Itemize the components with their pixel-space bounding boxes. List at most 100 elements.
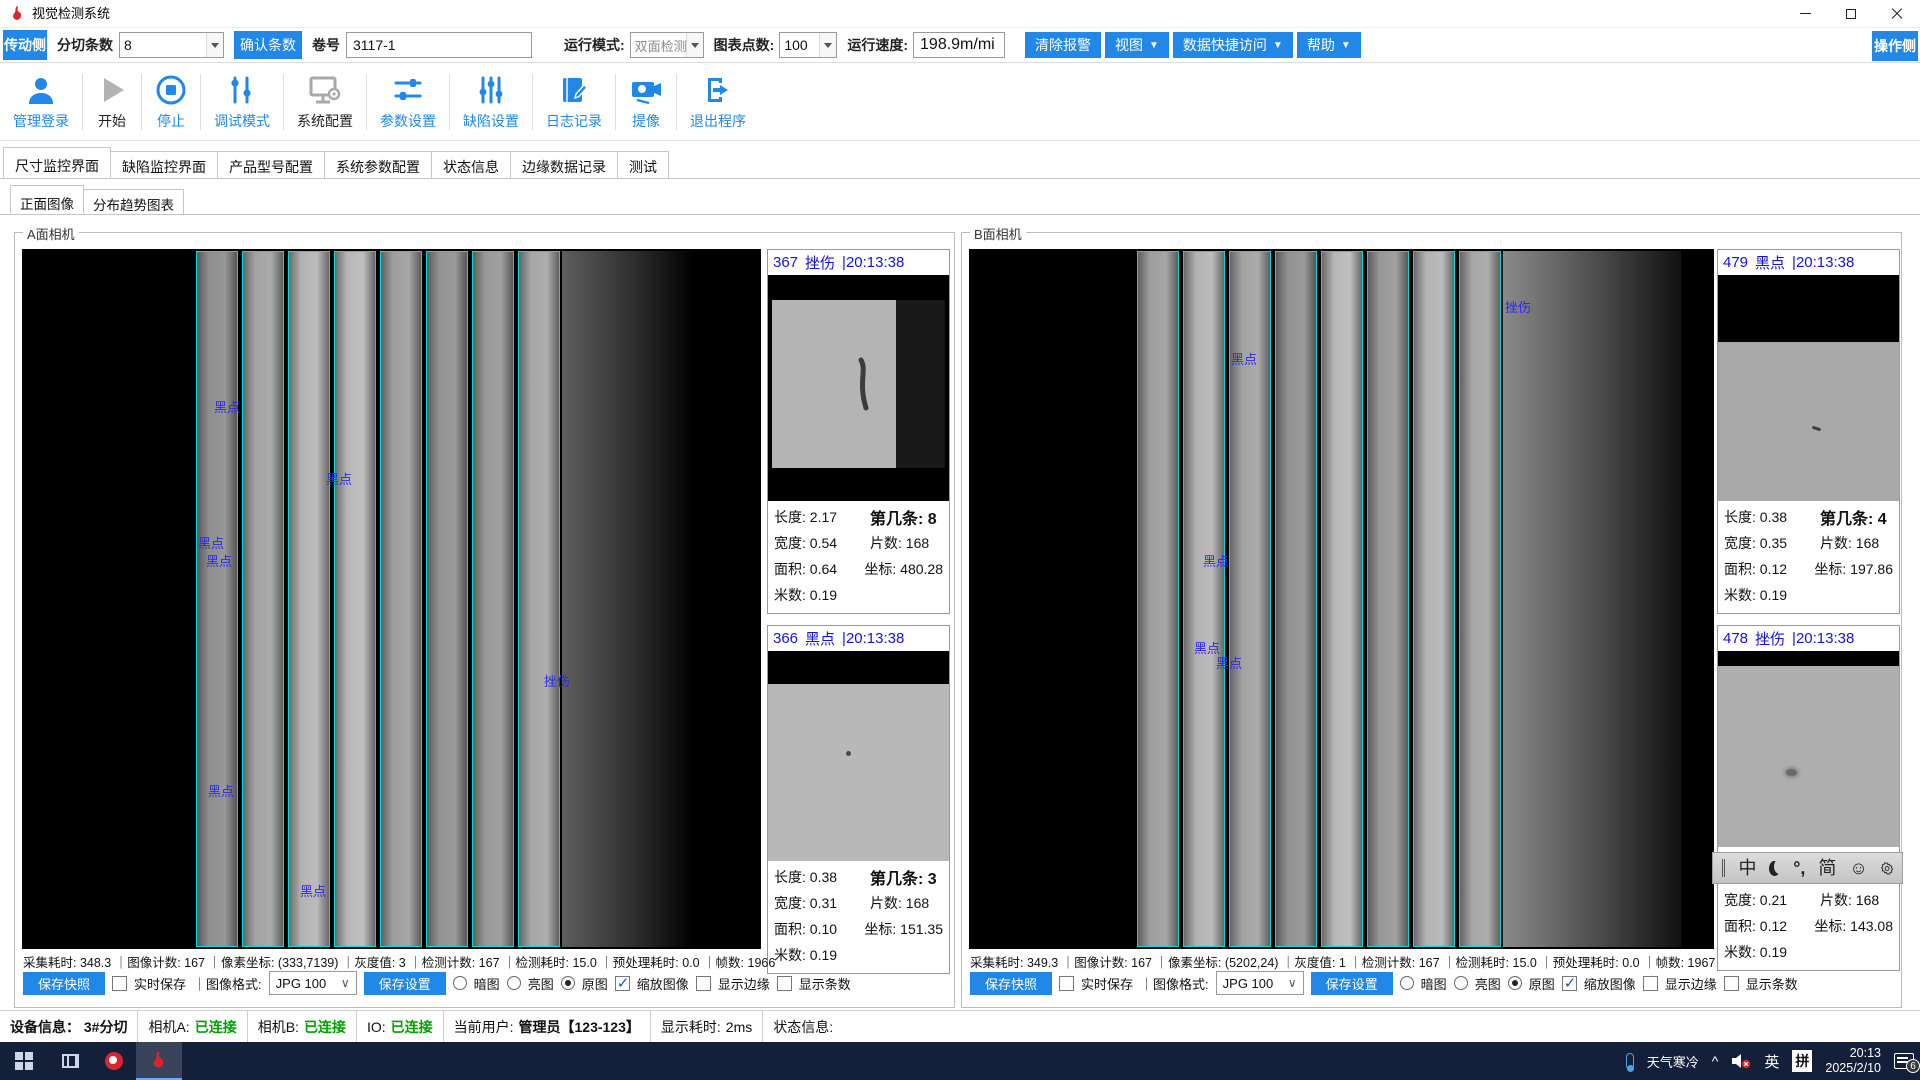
defect-settings-button[interactable]: 缺陷设置 [450, 74, 532, 131]
app-logo-icon [9, 5, 26, 22]
subtab-trend-chart[interactable]: 分布趋势图表 [83, 189, 184, 214]
bright-image-radio[interactable] [507, 976, 521, 990]
confirm-count-button[interactable]: 确认条数 [234, 31, 302, 59]
view-menu-button[interactable]: 视图 ▼ [1105, 32, 1169, 58]
capture-image-button[interactable]: 提像 [616, 74, 676, 131]
zoom-image-label: 缩放图像 [1584, 974, 1636, 993]
stop-button[interactable]: 停止 [142, 74, 200, 131]
defect-card[interactable]: 367 挫伤 |20:13:38 长度: 2.17第几条: 8 宽度: 0.54… [767, 249, 950, 614]
show-edge-checkbox[interactable] [696, 976, 711, 991]
dropdown-caret-icon: ▼ [1149, 40, 1159, 51]
hidden-icons-chevron[interactable]: ^ [1712, 1053, 1719, 1069]
tab-status-info[interactable]: 状态信息 [431, 151, 511, 178]
defect-card[interactable]: 366 黑点 |20:13:38 长度: 0.38第几条: 3 宽度: 0.31… [767, 625, 950, 974]
admin-login-button[interactable]: 管理登录 [0, 74, 82, 131]
volume-muted-icon[interactable] [1731, 1053, 1751, 1069]
ime-fullwidth-moon-icon[interactable] [1769, 861, 1780, 876]
bright-image-label: 亮图 [1475, 974, 1501, 993]
taskbar-clock[interactable]: 20:13 2025/2/10 [1825, 1046, 1881, 1076]
tab-test[interactable]: 测试 [617, 151, 669, 178]
zoom-image-checkbox[interactable] [1562, 976, 1577, 991]
defect-card[interactable]: 479 黑点 |20:13:38 长度: 0.38第几条: 4 宽度: 0.35… [1717, 249, 1900, 614]
show-count-checkbox[interactable] [777, 976, 792, 991]
tab-defect-monitor[interactable]: 缺陷监控界面 [110, 151, 218, 178]
save-settings-button[interactable]: 保存设置 [364, 972, 446, 995]
ime-simplified[interactable]: 简 [1818, 859, 1836, 877]
zoom-image-checkbox[interactable] [615, 976, 630, 991]
defect-card[interactable]: 478 挫伤 |20:13:38 长度: 0.57第几条: 3 宽度: 0.21… [1717, 625, 1900, 971]
tab-system-params[interactable]: 系统参数配置 [324, 151, 432, 178]
tab-edge-data[interactable]: 边缘数据记录 [510, 151, 618, 178]
task-view-button[interactable] [48, 1042, 92, 1080]
slit-count-combobox[interactable]: 8 [119, 32, 224, 58]
tab-size-monitor[interactable]: 尺寸监控界面 [3, 147, 111, 178]
defect-type: 黑点 [805, 628, 835, 649]
sliders-vertical-icon [475, 74, 507, 106]
taskbar-app-vision-system[interactable] [136, 1042, 182, 1080]
image-format-combobox[interactable]: JPG 100 ∨ [1216, 971, 1304, 995]
start-button[interactable]: 开始 [83, 74, 141, 131]
ime-mode-chinese[interactable]: 中 [1738, 859, 1756, 877]
combo-arrow-icon[interactable] [686, 33, 703, 57]
clear-alarm-button[interactable]: 清除报警 [1025, 32, 1101, 58]
thermometer-icon[interactable] [1626, 1053, 1634, 1070]
help-menu-button[interactable]: 帮助 ▼ [1297, 32, 1361, 58]
combo-arrow-icon[interactable] [206, 33, 223, 57]
show-count-checkbox[interactable] [1724, 976, 1739, 991]
ime-emoji-icon[interactable]: ☺ [1849, 859, 1867, 877]
run-speed-label: 运行速度: [847, 35, 908, 55]
language-indicator[interactable]: 英 [1764, 1051, 1779, 1072]
defect-id: 366 [773, 630, 798, 647]
data-access-menu-button[interactable]: 数据快捷访问 ▼ [1173, 32, 1293, 58]
realtime-save-label: 实时保存 [1081, 974, 1133, 993]
subtab-front-image[interactable]: 正面图像 [10, 185, 84, 214]
roll-number-label: 卷号 [312, 35, 340, 55]
slit-count-value: 8 [124, 37, 132, 53]
defect-mark: 黑点 [300, 881, 326, 900]
image-format-combobox[interactable]: JPG 100 ∨ [269, 971, 357, 995]
notification-center-icon[interactable]: 6 [1894, 1053, 1914, 1069]
taskbar-app-1[interactable] [92, 1042, 136, 1080]
realtime-save-checkbox[interactable] [1059, 976, 1074, 991]
original-image-radio[interactable] [561, 976, 575, 990]
maximize-button[interactable] [1828, 0, 1874, 27]
ime-settings-gear-icon[interactable] [1881, 860, 1893, 877]
run-mode-combobox[interactable]: 双面检测 [630, 32, 704, 58]
minimize-button[interactable] [1782, 0, 1828, 27]
defect-mark: 黑点 [326, 469, 352, 488]
realtime-save-checkbox[interactable] [112, 976, 127, 991]
defect-mark: 黑点 [1231, 349, 1257, 368]
ime-drag-handle[interactable] [1722, 859, 1725, 877]
tab-product-model[interactable]: 产品型号配置 [217, 151, 325, 178]
task-view-icon [62, 1054, 79, 1068]
show-edge-checkbox[interactable] [1643, 976, 1658, 991]
bright-image-label: 亮图 [528, 974, 554, 993]
drive-side-button[interactable]: 传动侧 [3, 30, 47, 60]
close-button[interactable] [1874, 0, 1920, 27]
ime-punctuation-icon[interactable]: °, [1793, 859, 1805, 877]
original-image-radio[interactable] [1508, 976, 1522, 990]
ime-toolbar[interactable]: 中 °, 简 ☺ [1712, 852, 1903, 884]
chart-points-combobox[interactable]: 100 [779, 32, 837, 58]
bright-image-radio[interactable] [1454, 976, 1468, 990]
debug-mode-button[interactable]: 调试模式 [201, 74, 283, 131]
panel-camera-a: A面相机 黑点黑点黑点黑点挫伤黑点黑点 367 挫伤 |20:13:38 [14, 232, 955, 1008]
combo-arrow-icon[interactable] [819, 33, 836, 57]
log-record-button[interactable]: 日志记录 [533, 74, 615, 131]
weather-text[interactable]: 天气寒冷 [1647, 1052, 1699, 1071]
camera-a-connected: 已连接 [195, 1017, 237, 1037]
dark-image-radio[interactable] [1400, 976, 1414, 990]
save-snapshot-button[interactable]: 保存快照 [970, 972, 1052, 995]
start-button[interactable] [0, 1042, 48, 1080]
title-bar: 视觉检测系统 [0, 0, 1920, 27]
parameter-settings-button[interactable]: 参数设置 [367, 74, 449, 131]
roll-number-input[interactable]: 3117-1 [346, 32, 532, 58]
dark-image-radio[interactable] [453, 976, 467, 990]
system-config-button[interactable]: 系统配置 [284, 74, 366, 131]
data-access-menu-label: 数据快捷访问 [1183, 35, 1267, 55]
save-snapshot-button[interactable]: 保存快照 [23, 972, 105, 995]
save-settings-button[interactable]: 保存设置 [1311, 972, 1393, 995]
exit-program-button[interactable]: 退出程序 [677, 74, 759, 131]
ime-pinyin-indicator[interactable]: 拼 [1792, 1050, 1812, 1072]
operate-side-button[interactable]: 操作侧 [1872, 31, 1918, 61]
